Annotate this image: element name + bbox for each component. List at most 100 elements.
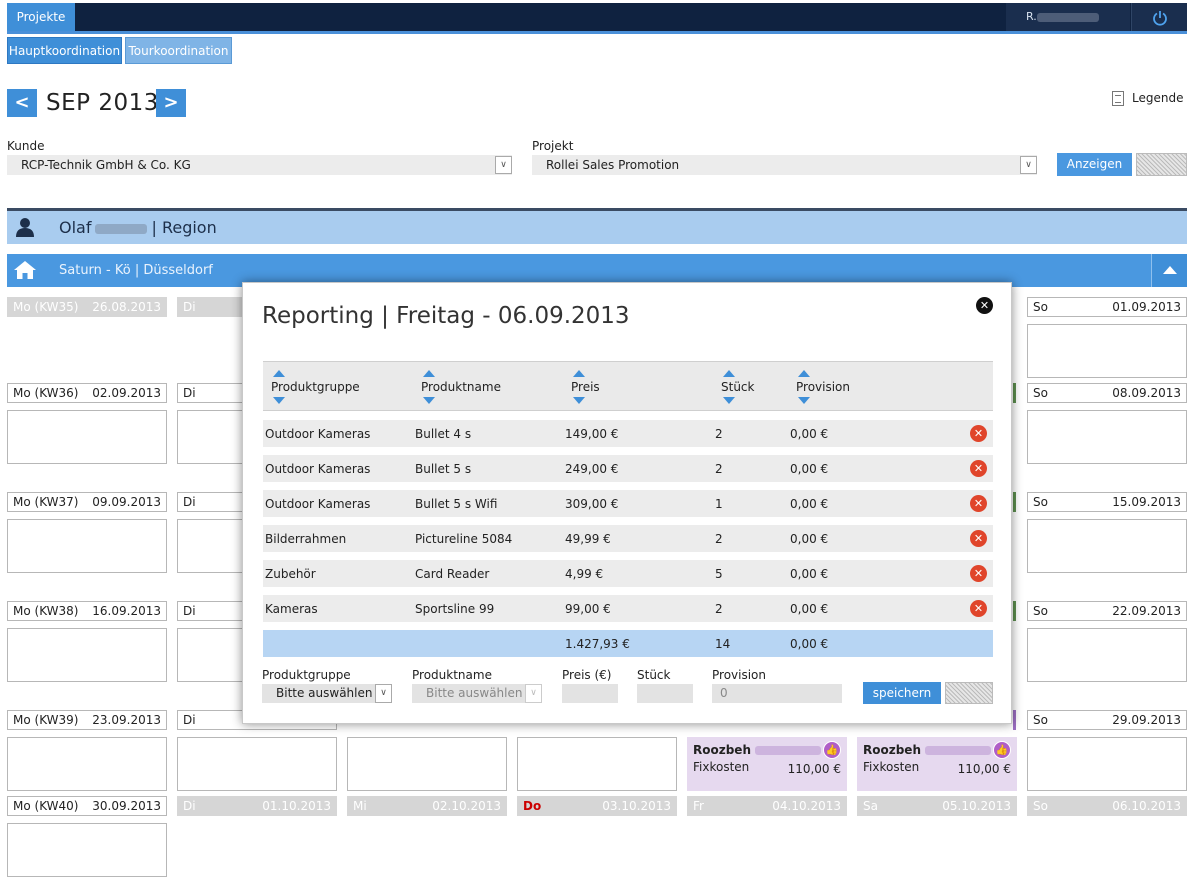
- kunde-select[interactable]: RCP-Technik GmbH & Co. KG ∨: [7, 155, 512, 175]
- loading-indicator: [1136, 153, 1187, 176]
- entry-name: Roozbeh: [693, 743, 751, 757]
- sort-down-icon[interactable]: [423, 397, 435, 404]
- delete-icon[interactable]: ✕: [970, 530, 987, 547]
- status-marker: [1013, 710, 1016, 730]
- day-cell[interactable]: [177, 737, 337, 791]
- cell-provision: 0,00 €: [790, 602, 829, 616]
- day-label: Sa: [863, 799, 878, 813]
- sort-up-icon[interactable]: [273, 370, 285, 377]
- chevron-down-icon: ∨: [525, 684, 542, 703]
- store-title: Saturn - Kö | Düsseldorf: [59, 263, 213, 278]
- person-icon: [16, 218, 34, 237]
- provision-input[interactable]: 0: [712, 684, 842, 703]
- delete-icon[interactable]: ✕: [970, 495, 987, 512]
- day-header: Mo (KW37) 09.09.2013: [7, 492, 167, 512]
- day-cell[interactable]: [177, 628, 247, 682]
- day-header: Di: [177, 492, 247, 512]
- user-menu[interactable]: R.: [1006, 3, 1130, 31]
- save-button[interactable]: speichern: [863, 682, 941, 704]
- day-cell[interactable]: [347, 737, 507, 791]
- sort-down-icon[interactable]: [273, 397, 285, 404]
- sort-down-icon[interactable]: [573, 397, 585, 404]
- column-header-stueck[interactable]: Stück: [721, 370, 754, 404]
- kunde-value: RCP-Technik GmbH & Co. KG: [21, 158, 191, 172]
- tab-tourkoordination[interactable]: Tourkoordination: [125, 37, 232, 64]
- anzeigen-button[interactable]: Anzeigen: [1057, 153, 1132, 176]
- sort-up-icon[interactable]: [573, 370, 585, 377]
- column-label: Provision: [796, 380, 851, 394]
- day-cell[interactable]: [7, 519, 167, 573]
- sort-down-icon[interactable]: [798, 397, 810, 404]
- calendar-entry[interactable]: Roozbeh Fixkosten 110,00 € 👍: [687, 737, 847, 791]
- day-cell[interactable]: [7, 628, 167, 682]
- day-cell[interactable]: [1027, 519, 1187, 573]
- close-icon[interactable]: ✕: [976, 297, 993, 314]
- kunde-label: Kunde: [7, 139, 45, 153]
- cell-produktgruppe: Zubehör: [265, 567, 316, 581]
- legende-label: Legende: [1132, 91, 1184, 105]
- preis-input[interactable]: [562, 684, 618, 703]
- delete-icon[interactable]: ✕: [970, 425, 987, 442]
- day-date: 04.10.2013: [772, 799, 841, 813]
- day-label: Di: [183, 604, 196, 618]
- tab-hauptkoordination[interactable]: Hauptkoordination: [7, 37, 122, 64]
- day-header: Mi 02.10.2013: [347, 796, 507, 816]
- sort-up-icon[interactable]: [798, 370, 810, 377]
- day-cell[interactable]: [1027, 410, 1187, 464]
- produktname-select[interactable]: Bitte auswählen ∨: [412, 684, 542, 703]
- delete-icon[interactable]: ✕: [970, 460, 987, 477]
- column-header-produktname[interactable]: Produktname: [421, 370, 501, 404]
- cell-stueck: 2: [715, 602, 723, 616]
- cell-produktgruppe: Outdoor Kameras: [265, 427, 371, 441]
- day-cell[interactable]: [7, 823, 167, 877]
- table-row: Bilderrahmen Pictureline 5084 49,99 € 2 …: [263, 525, 993, 552]
- delete-icon[interactable]: ✕: [970, 565, 987, 582]
- projekt-value: Rollei Sales Promotion: [546, 158, 680, 172]
- collapse-button[interactable]: [1151, 254, 1187, 287]
- stueck-input[interactable]: [637, 684, 693, 703]
- chevron-down-icon: ∨: [495, 156, 512, 174]
- produktgruppe-select[interactable]: Bitte auswählen ∨: [262, 684, 392, 703]
- day-header: Sa 05.10.2013: [857, 796, 1017, 816]
- cell-stueck: 5: [715, 567, 723, 581]
- legende-link[interactable]: Legende: [1112, 91, 1183, 106]
- top-navbar-underline: [7, 31, 1187, 34]
- day-header: So 22.09.2013: [1027, 601, 1187, 621]
- day-cell[interactable]: [517, 737, 677, 791]
- day-cell[interactable]: [7, 737, 167, 791]
- region-title: Olaf | Region: [59, 218, 217, 237]
- day-label: Mo (KW38): [13, 604, 79, 618]
- projekt-select[interactable]: Rollei Sales Promotion ∨: [532, 155, 1037, 175]
- column-header-preis[interactable]: Preis: [571, 370, 600, 404]
- day-header: Di: [177, 601, 247, 621]
- sort-up-icon[interactable]: [723, 370, 735, 377]
- cell-preis: 249,00 €: [565, 462, 619, 476]
- thumbs-up-icon[interactable]: 👍: [823, 741, 841, 759]
- column-header-provision[interactable]: Provision: [796, 370, 851, 404]
- thumbs-up-icon[interactable]: 👍: [993, 741, 1011, 759]
- calendar-entry[interactable]: Roozbeh Fixkosten 110,00 € 👍: [857, 737, 1017, 791]
- table-total-row: 1.427,93 € 14 0,00 €: [263, 630, 993, 657]
- next-month-button[interactable]: >: [156, 89, 186, 117]
- day-cell[interactable]: [177, 410, 247, 464]
- prev-month-button[interactable]: <: [7, 89, 37, 117]
- cell-provision: 0,00 €: [790, 567, 829, 581]
- day-cell[interactable]: [177, 519, 247, 573]
- cell-stueck: 2: [715, 427, 723, 441]
- tab-projekte[interactable]: Projekte: [7, 3, 75, 31]
- day-date: 05.10.2013: [942, 799, 1011, 813]
- delete-icon[interactable]: ✕: [970, 600, 987, 617]
- table-row: Zubehör Card Reader 4,99 € 5 0,00 € ✕: [263, 560, 993, 587]
- region-header[interactable]: Olaf | Region: [7, 211, 1187, 244]
- day-cell[interactable]: [7, 410, 167, 464]
- sort-up-icon[interactable]: [423, 370, 435, 377]
- day-cell[interactable]: [1027, 324, 1187, 378]
- day-cell[interactable]: [1027, 737, 1187, 791]
- day-cell[interactable]: [1027, 628, 1187, 682]
- day-label: Mo (KW35): [13, 300, 79, 314]
- power-button[interactable]: [1131, 3, 1187, 31]
- sort-down-icon[interactable]: [723, 397, 735, 404]
- region-person-firstname: Olaf: [59, 218, 92, 237]
- cell-produktname: Bullet 4 s: [415, 427, 472, 441]
- column-header-produktgruppe[interactable]: Produktgruppe: [271, 370, 360, 404]
